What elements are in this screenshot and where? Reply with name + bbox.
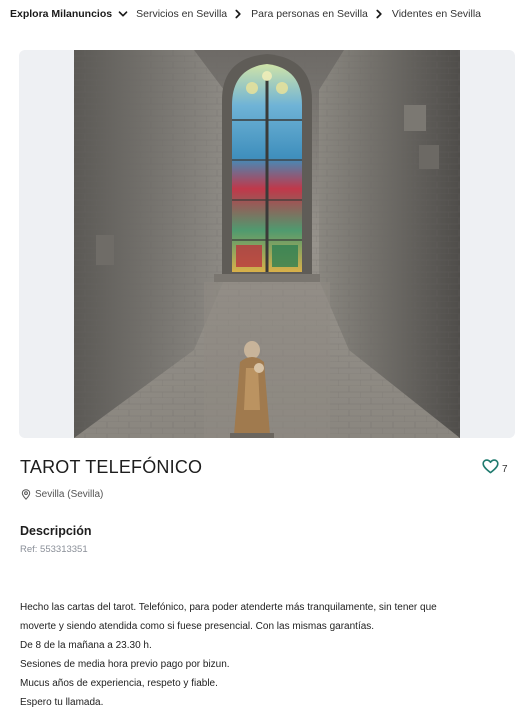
location-text: Sevilla (Sevilla) [35, 489, 104, 500]
description-heading: Descripción [20, 524, 92, 538]
description-line: Hecho las cartas del tarot. Telefónico, … [20, 602, 437, 613]
favorites-count: 7 [502, 463, 508, 475]
chevron-down-icon[interactable] [117, 8, 129, 20]
location-pin-icon [21, 489, 31, 500]
chevron-right-icon [373, 8, 385, 20]
chevron-right-icon [232, 8, 244, 20]
breadcrumb-item-servicios[interactable]: Servicios en Sevilla [136, 8, 227, 20]
listing-photo[interactable] [74, 50, 460, 438]
breadcrumb-item-videntes[interactable]: Videntes en Sevilla [392, 8, 481, 20]
description-line: Mucus años de experiencia, respeto y fia… [20, 678, 218, 689]
listing-photo-gallery[interactable] [19, 50, 515, 438]
listing-location: Sevilla (Sevilla) [21, 489, 103, 500]
listing-reference: Ref: 553313351 [20, 544, 88, 555]
favorite-button[interactable]: 7 [482, 459, 508, 479]
breadcrumb-item-para-personas[interactable]: Para personas en Sevilla [251, 8, 368, 20]
description-line: moverte y siendo atendida como si fuese … [20, 621, 375, 632]
listing-title: TAROT TELEFÓNICO [20, 457, 203, 477]
description-line: Espero tu llamada. [20, 697, 104, 708]
description-line: De 8 de la mañana a 23.30 h. [20, 640, 152, 651]
breadcrumb-root-link[interactable]: Explora Milanuncios [10, 8, 112, 20]
heart-icon[interactable] [482, 459, 499, 479]
description-line: Sesiones de media hora previo pago por b… [20, 659, 230, 670]
breadcrumb: Explora Milanuncios Servicios en Sevilla… [10, 6, 528, 22]
